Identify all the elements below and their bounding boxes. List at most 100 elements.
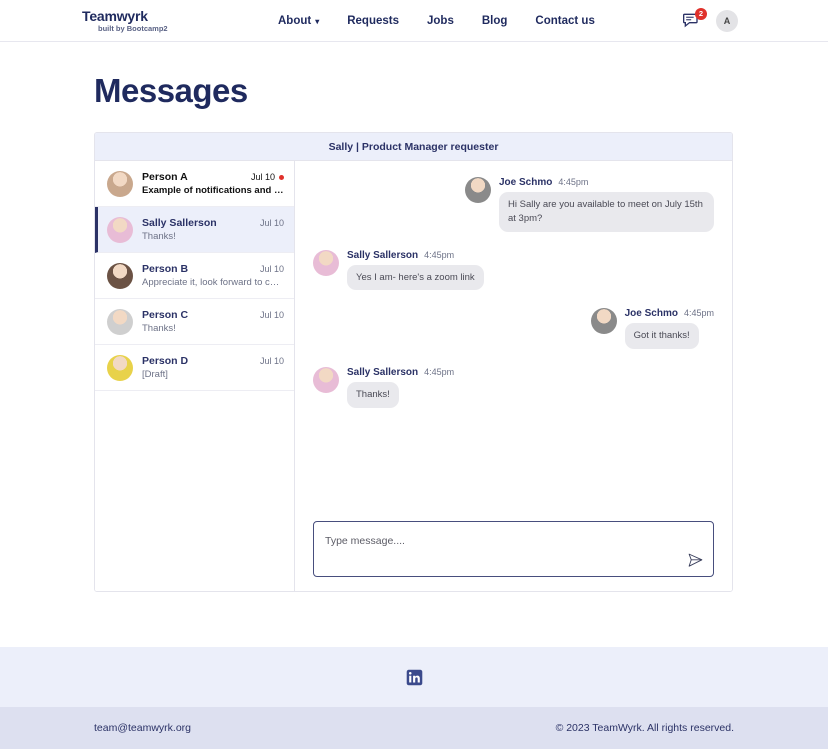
unread-badge: 2 <box>695 7 707 20</box>
conversation-list-item[interactable]: Person A Jul 10 Example of notifications a… <box>95 161 294 207</box>
conversation-avatar <box>107 216 133 243</box>
conversation-list-item[interactable]: Sally Sallerson Jul 10 Thanks! <box>95 207 294 253</box>
conversation-name: Person B <box>142 263 189 275</box>
footer-copyright: © 2023 TeamWyrk. All rights reserved. <box>555 722 734 734</box>
chat-message: Sally Sallerson 4:45pm Thanks! <box>313 367 714 408</box>
conversation-name: Person D <box>142 355 189 367</box>
message-column: Sally Sallerson 4:45pm Thanks! <box>347 367 454 408</box>
messages-card-body: Person A Jul 10 Example of notifications a… <box>95 161 732 591</box>
chat-pane: Joe Schmo 4:45pm Hi Sally are you availabl… <box>295 161 732 591</box>
message-composer[interactable] <box>313 521 714 577</box>
chat-message: Joe Schmo 4:45pm Got it thanks! <box>313 308 714 350</box>
nav-link-label: About <box>278 14 312 27</box>
message-avatar <box>313 249 339 276</box>
nav-link-label: Jobs <box>427 14 454 27</box>
conversation-meta: Jul 10 <box>260 356 284 366</box>
conversation-preview: Example of notifications and ellipse <box>142 185 284 196</box>
message-column: Joe Schmo 4:45pm Got it thanks! <box>624 308 714 350</box>
send-paper-plane-icon <box>688 553 703 567</box>
message-author: Joe Schmo <box>499 177 553 188</box>
nav-link-blog[interactable]: Blog <box>482 15 508 27</box>
conversation-preview: Appreciate it, look forward to chat... <box>142 277 284 288</box>
message-avatar <box>590 308 617 335</box>
page-title: Messages <box>94 72 248 109</box>
linkedin-icon <box>406 669 422 685</box>
message-header: Joe Schmo 4:45pm <box>499 177 714 188</box>
conversation-texts: Person D Jul 10 [Draft] <box>142 355 284 380</box>
message-timestamp: 4:45pm <box>424 367 455 378</box>
conversation-list[interactable]: Person A Jul 10 Example of notifications a… <box>95 161 295 591</box>
conversation-texts: Person C Jul 10 Thanks! <box>142 309 284 334</box>
conversation-texts: Sally Sallerson Jul 10 Thanks! <box>142 217 284 242</box>
message-bubble: Hi Sally are you available to meet on Ju… <box>499 192 714 232</box>
message-bubble: Yes I am- here's a zoom link <box>347 264 484 291</box>
navbar-right-actions: 2 A <box>682 7 738 32</box>
message-timestamp: 4:45pm <box>558 177 589 187</box>
conversation-meta: Jul 10 <box>260 218 284 228</box>
footer-bar: team@teamwyrk.org © 2023 TeamWyrk. All r… <box>0 707 828 749</box>
chat-message: Sally Sallerson 4:45pm Yes I am- here's a … <box>313 249 714 291</box>
top-navbar: Teamwyrk built by Bootcamp2 About ▾ Reques… <box>0 0 828 42</box>
conversation-date: Jul 10 <box>259 264 284 274</box>
unread-dot-icon <box>279 174 284 180</box>
nav-link-about[interactable]: About ▾ <box>278 15 319 27</box>
linkedin-link[interactable] <box>406 669 423 686</box>
conversation-avatar <box>107 308 133 335</box>
user-avatar[interactable]: A <box>716 9 738 32</box>
conversation-texts: Person B Jul 10 Appreciate it, look forwar… <box>142 263 284 288</box>
conversation-avatar <box>107 170 133 197</box>
messages-card: Sally | Product Manager requester Person… <box>94 132 733 592</box>
brand-logo[interactable]: Teamwyrk built by Bootcamp2 <box>82 9 168 33</box>
nav-link-contact-us[interactable]: Contact us <box>535 15 594 27</box>
nav-link-label: Requests <box>347 14 400 27</box>
conversation-date: Jul 10 <box>259 310 284 320</box>
conversation-name: Sally Sallerson <box>142 217 217 229</box>
nav-link-label: Contact us <box>535 14 595 27</box>
conversation-date: Jul 10 <box>250 172 275 182</box>
message-column: Sally Sallerson 4:45pm Yes I am- here's a … <box>347 250 484 291</box>
conversation-top-line: Person A Jul 10 <box>142 171 284 183</box>
message-bubble: Thanks! <box>347 382 399 408</box>
send-button[interactable] <box>687 552 704 569</box>
brand-name: Teamwyrk <box>82 7 148 24</box>
conversation-preview: Thanks! <box>142 323 176 334</box>
conversation-date: Jul 10 <box>259 218 284 228</box>
conversation-preview: [Draft] <box>142 369 168 380</box>
conversation-top-line: Sally Sallerson Jul 10 <box>142 217 284 229</box>
conversation-name: Person A <box>142 171 188 183</box>
message-bubble: Got it thanks! <box>624 323 699 350</box>
conversation-list-item[interactable]: Person B Jul 10 Appreciate it, look forwar… <box>95 253 294 299</box>
footer-social-bar <box>0 647 828 707</box>
message-column: Joe Schmo 4:45pm Hi Sally are you availabl… <box>499 177 714 232</box>
conversation-meta: Jul 10 <box>260 310 284 320</box>
conversation-top-line: Person C Jul 10 <box>142 309 284 321</box>
conversation-meta: Jul 10 <box>260 264 284 274</box>
chat-message: Joe Schmo 4:45pm Hi Sally are you availabl… <box>313 177 714 232</box>
messages-icon-button[interactable]: 2 <box>682 7 707 31</box>
chevron-down-icon: ▾ <box>315 16 320 26</box>
message-avatar <box>313 367 339 394</box>
conversation-list-item[interactable]: Person D Jul 10 [Draft] <box>95 345 294 391</box>
message-header: Sally Sallerson 4:45pm <box>347 250 484 261</box>
nav-link-requests[interactable]: Requests <box>347 15 399 27</box>
message-header: Sally Sallerson 4:45pm <box>347 367 454 378</box>
footer-email[interactable]: team@teamwyrk.org <box>94 722 191 734</box>
conversation-top-line: Person B Jul 10 <box>142 263 284 275</box>
message-thread: Joe Schmo 4:45pm Hi Sally are you availabl… <box>313 177 714 521</box>
nav-link-jobs[interactable]: Jobs <box>427 15 454 27</box>
message-header: Joe Schmo 4:45pm <box>625 308 714 319</box>
nav-link-label: Blog <box>481 14 508 27</box>
page-content: Messages Sally | Product Manager request… <box>0 72 828 592</box>
conversation-meta: Jul 10 <box>251 172 284 182</box>
conversation-preview: Thanks! <box>142 231 176 242</box>
message-author: Sally Sallerson <box>347 249 419 261</box>
message-timestamp: 4:45pm <box>683 308 714 319</box>
message-input[interactable] <box>325 535 665 547</box>
conversation-header: Sally | Product Manager requester <box>95 133 732 161</box>
conversation-avatar <box>107 262 133 289</box>
brand-tagline: built by Bootcamp2 <box>98 23 168 33</box>
conversation-date: Jul 10 <box>259 356 284 366</box>
conversation-list-item[interactable]: Person C Jul 10 Thanks! <box>95 299 294 345</box>
conversation-top-line: Person D Jul 10 <box>142 355 284 367</box>
message-author: Sally Sallerson <box>347 367 419 379</box>
